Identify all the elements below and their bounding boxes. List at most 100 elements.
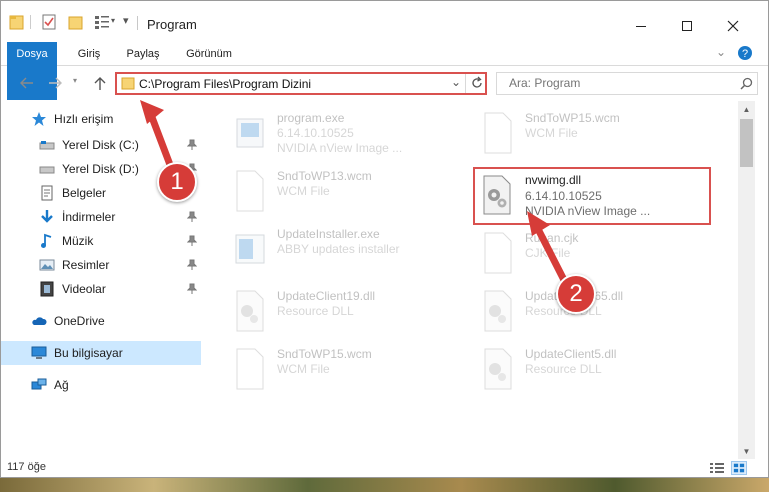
- blank-file-icon: [236, 170, 264, 212]
- file-name: SndToWP15.wcm: [277, 347, 372, 361]
- file-description: Resource DLL: [277, 304, 354, 318]
- search-input[interactable]: [509, 76, 709, 90]
- cloud-icon: [32, 317, 47, 325]
- nav-onedrive[interactable]: OneDrive: [1, 309, 201, 333]
- nav-network[interactable]: Ağ: [1, 373, 201, 397]
- item-count: 117 öğe: [7, 461, 46, 473]
- status-bar: 117 öğe: [1, 457, 768, 477]
- step-callout-2: 2: [556, 274, 596, 314]
- nav-this-pc[interactable]: Bu bilgisayar: [1, 341, 201, 365]
- star-icon: [32, 112, 46, 126]
- step-callout-1: 1: [157, 162, 197, 202]
- minimize-button[interactable]: [618, 11, 664, 41]
- file-description: ABBY updates installer: [277, 242, 400, 256]
- new-folder-icon[interactable]: [67, 13, 85, 31]
- nav-item-label: Videolar: [62, 282, 106, 296]
- file-item[interactable]: SndToWP13.wcm WCM File: [225, 163, 465, 221]
- close-button[interactable]: [710, 11, 756, 41]
- dll-file-icon: [236, 290, 264, 332]
- file-description: CJK File: [525, 246, 571, 260]
- nav-item-local-disk-c[interactable]: Yerel Disk (C:): [1, 133, 201, 157]
- scroll-thumb[interactable]: [740, 119, 753, 167]
- maximize-button[interactable]: [664, 11, 710, 41]
- dll-file-icon: [483, 175, 511, 215]
- properties-icon[interactable]: [41, 13, 57, 31]
- file-item[interactable]: SndToWP15.wcm WCM File: [473, 105, 713, 163]
- dll-file-icon: [484, 290, 512, 332]
- file-name: SndToWP13.wcm: [277, 169, 372, 183]
- details-view-icon[interactable]: [709, 461, 725, 475]
- drive-icon: [39, 141, 55, 150]
- download-icon: [41, 210, 53, 223]
- help-icon[interactable]: ?: [737, 45, 753, 61]
- address-bar[interactable]: C:\Program Files\Program Dizini ⌄: [115, 72, 487, 95]
- file-item[interactable]: UpdateClient19.dll Resource DLL: [225, 283, 465, 341]
- folder-icon[interactable]: [9, 13, 25, 31]
- file-item[interactable]: program.exe 6.14.10.10525 NVIDIA nView I…: [225, 105, 465, 163]
- file-version: 6.14.10.10525: [525, 189, 602, 203]
- file-item[interactable]: Runan.cjk CJK File: [473, 225, 713, 283]
- nav-item-label: Resimler: [62, 258, 110, 272]
- file-item-highlighted[interactable]: nvwimg.dll 6.14.10.10525 NVIDIA nView Im…: [473, 167, 711, 225]
- navigation-pane: Hızlı erişim Yerel Disk (C:) Yerel Disk …: [1, 101, 211, 453]
- file-item[interactable]: UpdateClient5.dll Resource DLL: [473, 341, 713, 399]
- refresh-icon[interactable]: [470, 76, 484, 90]
- qa-dropdown-icon[interactable]: ▾: [111, 16, 115, 25]
- tab-home[interactable]: Giriş: [71, 42, 107, 66]
- pin-icon[interactable]: [187, 211, 197, 223]
- file-description: WCM File: [525, 126, 578, 140]
- file-item[interactable]: UpdateInstaller.exe ABBY updates install…: [225, 221, 465, 279]
- file-name: nvwimg.dll: [525, 173, 582, 187]
- address-dropdown-icon[interactable]: ⌄: [451, 75, 461, 89]
- title-bar: ▾ ▾ Program: [1, 1, 768, 41]
- scroll-up-icon[interactable]: ▲: [738, 101, 755, 117]
- pin-icon[interactable]: [187, 283, 197, 295]
- nav-item-downloads[interactable]: İndirmeler: [1, 205, 201, 229]
- back-arrow-icon: [20, 77, 33, 89]
- nav-item-label: İndirmeler: [62, 210, 116, 224]
- blank-file-icon: [236, 348, 264, 390]
- explorer-window: ▾ ▾ Program Dosya Giriş Paylaş Görünüm ⌄…: [0, 0, 769, 478]
- nav-item-label: Müzik: [62, 234, 94, 248]
- file-list: program.exe 6.14.10.10525 NVIDIA nView I…: [211, 101, 736, 453]
- dll-file-icon: [484, 348, 512, 390]
- recent-locations-icon[interactable]: ▾: [73, 76, 77, 85]
- search-icon[interactable]: [740, 77, 753, 90]
- nav-item-pictures[interactable]: Resimler: [1, 253, 201, 277]
- nav-onedrive-label: OneDrive: [54, 314, 105, 328]
- view-options-icon[interactable]: [93, 13, 111, 31]
- file-item[interactable]: SndToWP15.wcm WCM File: [225, 341, 465, 399]
- search-box[interactable]: [496, 72, 758, 95]
- expand-ribbon-icon[interactable]: ⌄: [716, 45, 726, 59]
- forward-button[interactable]: [47, 74, 65, 92]
- address-folder-icon: [121, 77, 135, 90]
- back-button[interactable]: [17, 74, 35, 92]
- vertical-scrollbar[interactable]: ▲ ▼: [738, 101, 755, 459]
- pin-icon[interactable]: [187, 139, 197, 151]
- computer-icon: [31, 346, 47, 359]
- navigation-bar: ▾ C:\Program Files\Program Dizini ⌄: [1, 67, 768, 99]
- blank-file-icon: [484, 232, 512, 274]
- nav-network-label: Ağ: [54, 378, 69, 392]
- up-button[interactable]: [91, 74, 109, 92]
- file-name: program.exe: [277, 111, 345, 125]
- tab-view[interactable]: Görünüm: [181, 42, 237, 66]
- file-description: WCM File: [277, 184, 330, 198]
- nav-item-music[interactable]: Müzik: [1, 229, 201, 253]
- nav-item-label: Yerel Disk (D:): [62, 162, 139, 176]
- close-icon: [727, 20, 739, 32]
- installer-file-icon: [235, 234, 265, 264]
- ribbon: Dosya Giriş Paylaş Görünüm ⌄ ?: [1, 42, 768, 100]
- tiles-view-icon[interactable]: [731, 461, 747, 475]
- nav-item-videos[interactable]: Videolar: [1, 277, 201, 301]
- address-path[interactable]: C:\Program Files\Program Dizini: [139, 77, 311, 91]
- pin-icon[interactable]: [187, 259, 197, 271]
- exe-file-icon: [236, 118, 264, 148]
- customize-toolbar-icon[interactable]: ▾: [123, 14, 129, 27]
- pin-icon[interactable]: [187, 235, 197, 247]
- forward-arrow-icon: [49, 77, 62, 89]
- tab-share[interactable]: Paylaş: [123, 42, 163, 66]
- nav-this-pc-label: Bu bilgisayar: [54, 346, 123, 360]
- file-name: SndToWP15.wcm: [525, 111, 620, 125]
- nav-quick-access[interactable]: Hızlı erişim: [1, 107, 201, 131]
